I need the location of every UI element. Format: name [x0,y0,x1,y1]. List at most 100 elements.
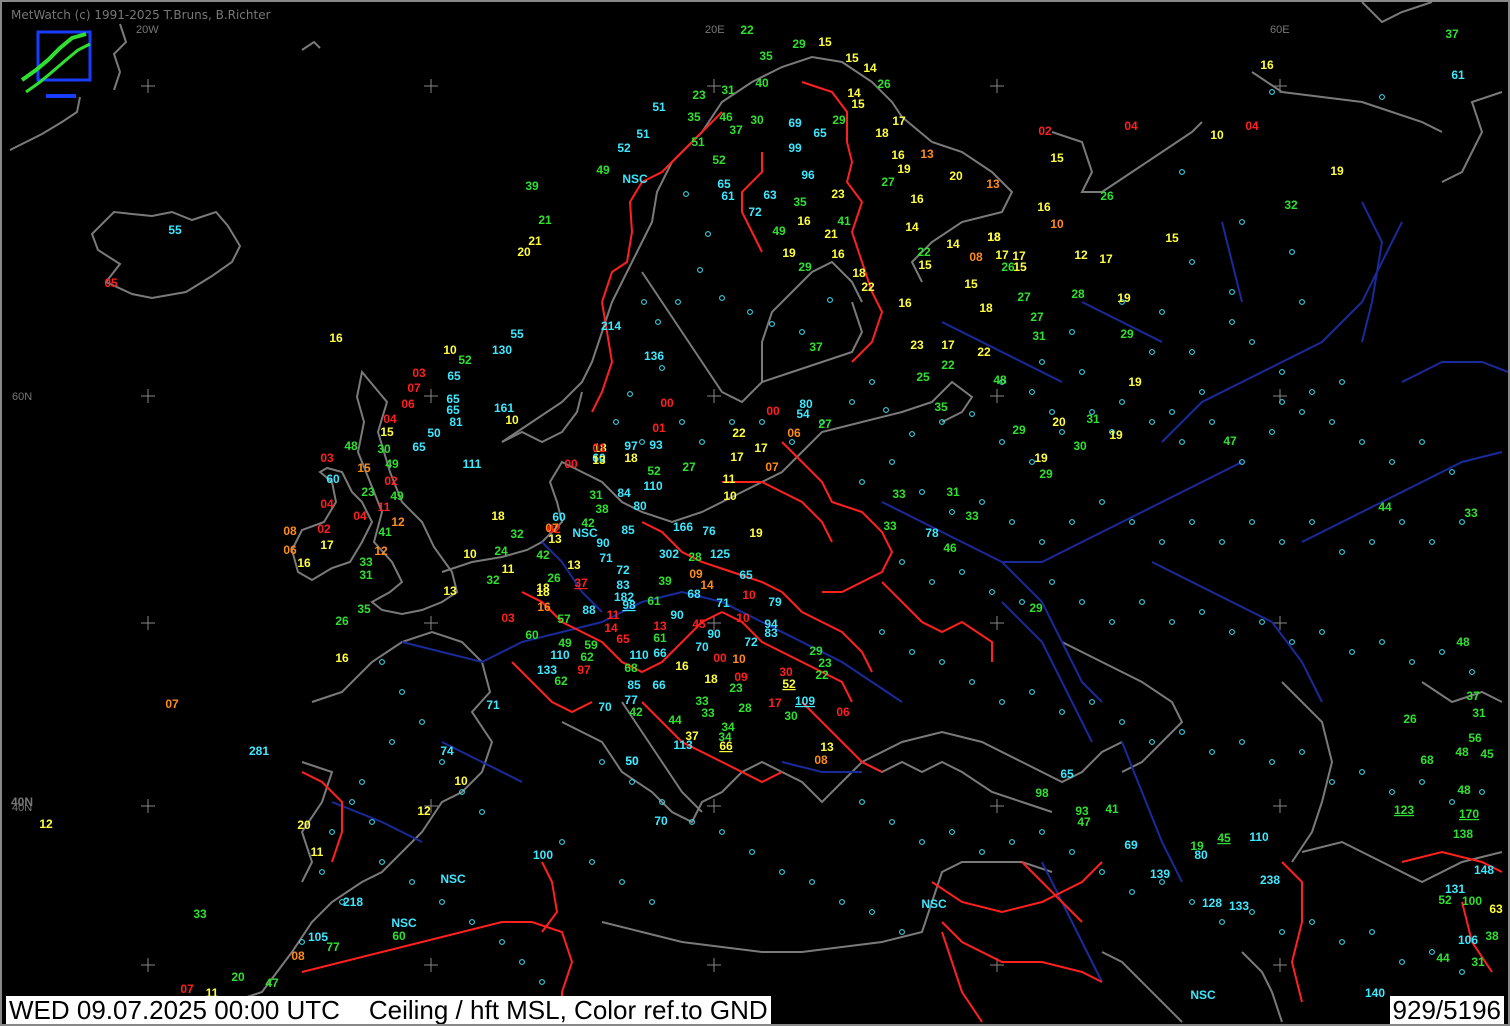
station-marker [1339,379,1345,385]
station-marker [909,431,915,437]
ceiling-label: 33 [883,519,897,533]
station-marker [1439,649,1445,655]
europe-map[interactable]: 20W 20E 60E60N40N 2229 1515143540 261415… [2,2,1508,1024]
ceiling-label: 41 [837,214,851,228]
ceiling-label: 90 [596,536,610,550]
station-marker [1259,619,1265,625]
ceiling-label: 110 [550,648,570,662]
ceiling-label: 10 [454,774,468,788]
ceiling-label: 19 [782,246,796,260]
ceiling-label: 68 [1420,753,1434,767]
graticule-cross [141,79,155,93]
ceiling-label: 23 [729,681,743,695]
station-marker [1289,639,1295,645]
station-marker [389,739,395,745]
ceiling-label: 18 [704,672,718,686]
ceiling-label: 32 [510,527,524,541]
station-marker [1159,309,1165,315]
ceiling-label: 02 [317,522,331,536]
ceiling-label: 48 [993,373,1007,387]
ceiling-label: 81 [449,415,463,429]
ceiling-label: 29 [1120,327,1134,341]
ceiling-label: 16 [831,247,845,261]
ceiling-label: 31 [589,488,603,502]
ceiling-label: 281 [249,744,269,758]
station-marker [589,859,595,865]
ceiling-label: 17 [768,696,782,710]
station-marker [439,899,445,905]
station-marker [359,779,365,785]
ceiling-label: 15 [851,97,865,111]
ceiling-label: 25 [916,370,930,384]
ceiling-label: 26 [335,614,349,628]
ceiling-label: 22 [740,23,754,37]
station-marker [1279,929,1285,935]
ceiling-label: 99 [788,141,802,155]
ceiling-label: 13 [548,532,562,546]
ceiling-label: 10 [443,343,457,357]
station-marker [599,759,605,765]
station-marker [329,829,335,835]
ceiling-label: 30 [377,442,391,456]
ceiling-label: 38 [1485,929,1499,943]
station-marker [919,839,925,845]
ceiling-label: 50 [625,754,639,768]
station-marker [1339,939,1345,945]
ceiling-label: 93 [649,438,663,452]
station-marker [839,899,845,905]
station-marker [1269,759,1275,765]
ceiling-label: 110 [1249,830,1269,844]
ceiling-label: 54 [796,407,810,421]
graticule-cross [990,79,1004,93]
graticule-cross [1273,616,1287,630]
ceiling-label: 29 [832,113,846,127]
station-marker [439,759,445,765]
ceiling-label: 19 [1109,428,1123,442]
ceiling-label: 23 [831,187,845,201]
ceiling-label: 15 [918,258,932,272]
ceiling-label: 04 [383,412,397,426]
graticule-cross [990,389,1004,403]
station-marker [683,191,689,197]
ceiling-label: 11 [378,500,391,514]
ceiling-label: 77 [326,940,340,954]
ceiling-label: 63 [1489,902,1503,916]
station-marker [979,499,985,505]
station-marker [969,411,975,417]
ceiling-label: 47 [1077,815,1091,829]
ceiling-label: 35 [357,602,371,616]
ceiling-label: 16 [335,651,349,665]
ceiling-label: 79 [768,595,782,609]
ceiling-label: 105 [308,930,328,944]
station-marker [1099,869,1105,875]
station-marker [1469,669,1475,675]
ceiling-label: 18 [536,581,550,595]
ceiling-label: 85 [627,678,641,692]
station-marker [1429,539,1435,545]
station-marker [1399,959,1405,965]
ceiling-label: 52 [617,141,631,155]
station-marker [349,799,355,805]
ceiling-label: 14 [863,61,877,75]
ceiling-label: 31 [946,485,960,499]
ceiling-label: 218 [343,895,363,909]
graticule-cross [990,616,1004,630]
ceiling-label: 63 [763,188,777,202]
ceiling-label: 29 [798,260,812,274]
ceiling-label: 88 [582,603,596,617]
station-marker [1079,369,1085,375]
ceiling-label: 49 [390,489,404,503]
ceiling-label: 130 [492,343,512,357]
station-marker [399,689,405,695]
ceiling-label: 17 [730,450,744,464]
ceiling-label: 03 [501,611,515,625]
station-marker [559,839,565,845]
station-marker [655,319,661,325]
station-marker [999,439,1005,445]
graticule-cross [707,389,721,403]
ceiling-label: 06 [283,543,297,557]
ceiling-label: 33 [193,907,207,921]
ceiling-label: 17 [941,338,955,352]
ceiling-label: 48 [1457,783,1471,797]
ceiling-label: 28 [738,701,752,715]
